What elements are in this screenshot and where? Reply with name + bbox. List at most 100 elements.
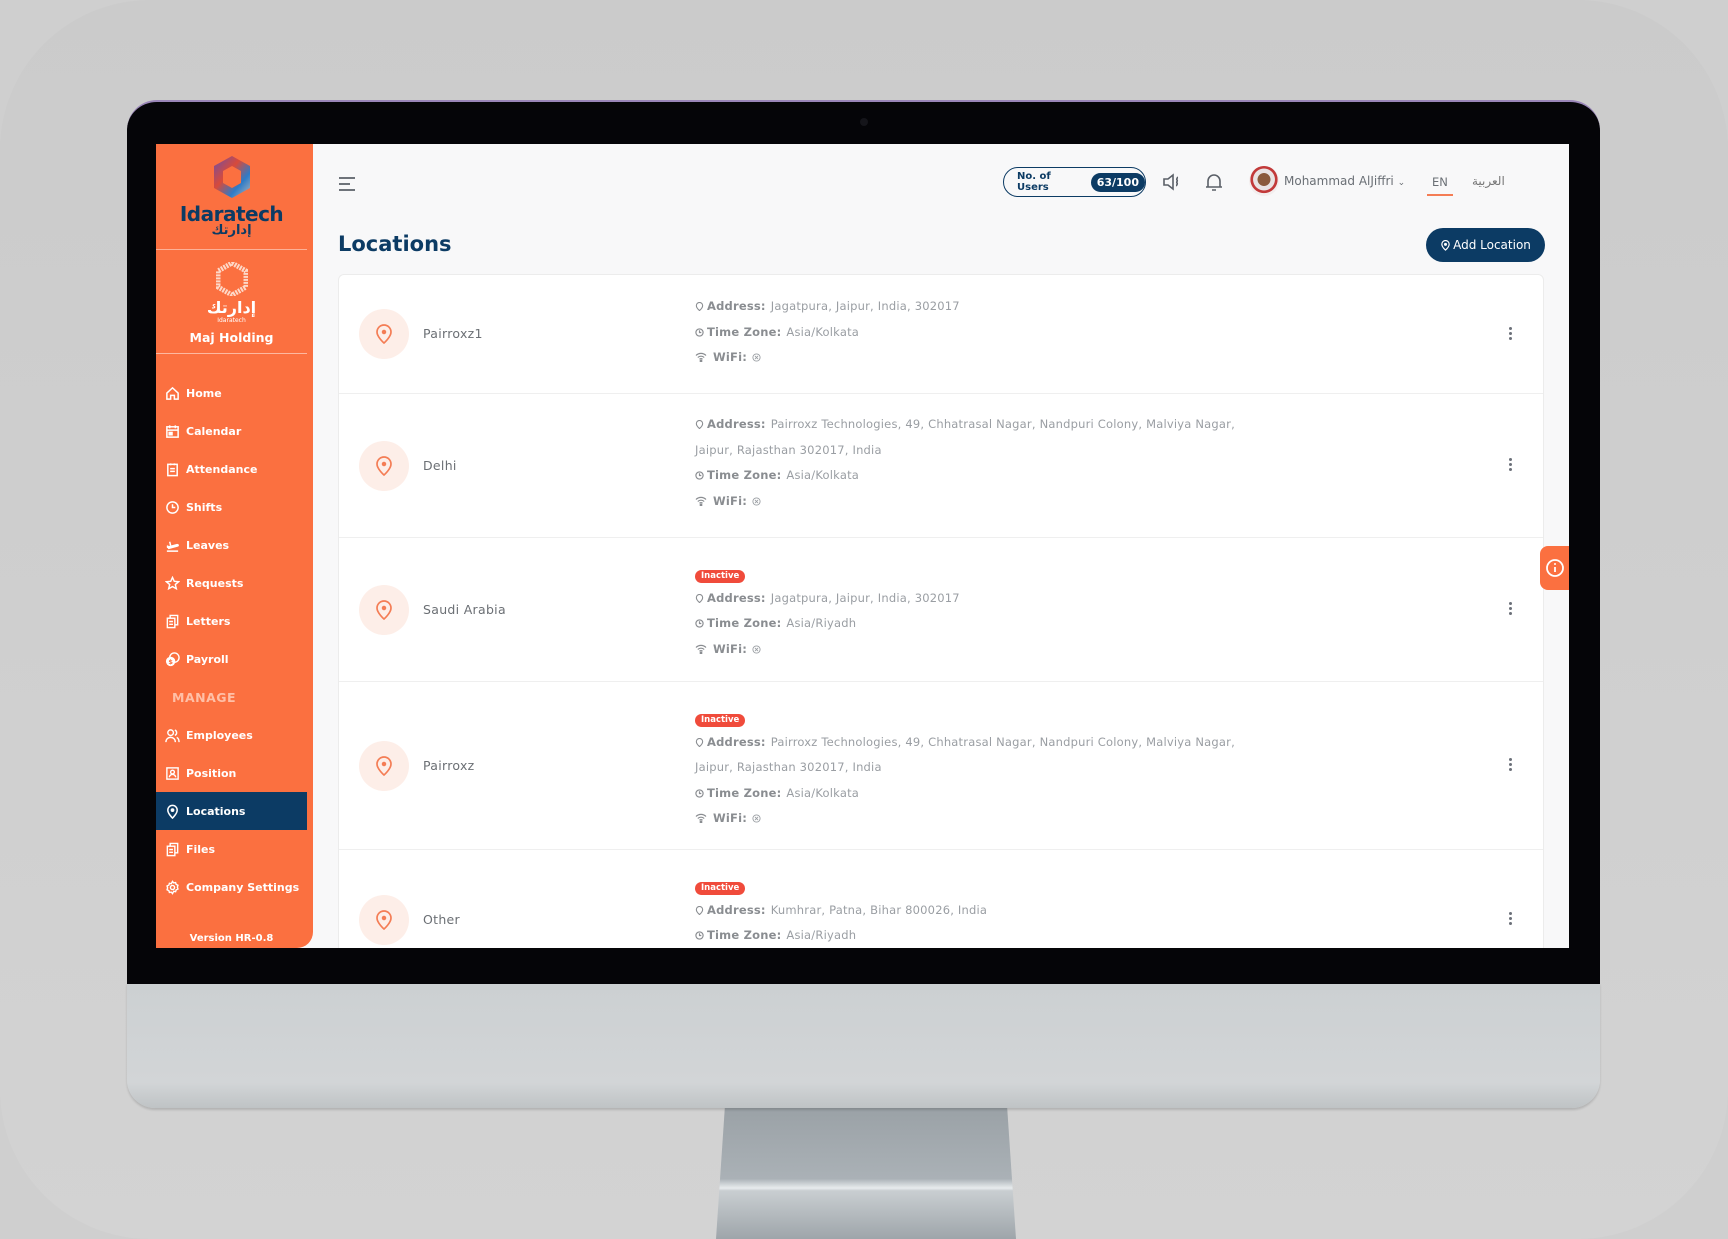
row-actions-kebab-icon[interactable] xyxy=(1507,758,1513,774)
sidebar: Idaratech إدارتك إدارتك Idaratech Maj Ho… xyxy=(156,144,313,948)
sidebar-item-label: Payroll xyxy=(186,652,229,666)
add-location-button[interactable]: Add Location xyxy=(1426,228,1545,262)
location-name: Pairroxz1 xyxy=(423,326,483,341)
location-name: Pairroxz xyxy=(423,758,475,773)
sidebar-item-shifts[interactable]: Shifts xyxy=(156,488,307,526)
location-details: Inactive Address: Kumhrar, Patna, Bihar 8… xyxy=(695,875,1295,948)
row-actions-kebab-icon[interactable] xyxy=(1507,912,1513,928)
users-count-label: No. of Users xyxy=(1017,171,1051,193)
sidebar-item-company-settings[interactable]: Company Settings xyxy=(156,868,307,906)
timezone-label: Time Zone: xyxy=(707,616,782,630)
brand: Idaratech إدارتك xyxy=(156,144,307,250)
location-row[interactable]: Other Inactive Address: Kumhrar, Patna, B… xyxy=(339,850,1543,948)
app-version: Version HR-0.8 xyxy=(189,933,274,944)
company-logo-arabic: إدارتك xyxy=(206,298,257,317)
sidebar-item-payroll[interactable]: $ Payroll xyxy=(156,640,307,678)
timezone-line: Time Zone: Asia/Kolkata xyxy=(695,466,1295,492)
address-label: Address: xyxy=(707,734,766,749)
monitor-chin xyxy=(127,983,1600,1108)
sidebar-item-home[interactable]: Home xyxy=(156,374,307,412)
sidebar-item-requests[interactable]: Requests xyxy=(156,564,307,602)
sidebar-item-leaves[interactable]: Leaves xyxy=(156,526,307,564)
location-pin-badge xyxy=(359,585,409,635)
location-row[interactable]: Pairroxz Inactive Address: Pairroxz Techn… xyxy=(339,682,1543,850)
location-details: Address: Jagatpura, Jaipur, India, 302017… xyxy=(695,297,1295,374)
clock-small-icon xyxy=(695,931,704,940)
sidebar-item-employees[interactable]: Employees xyxy=(156,716,307,754)
wifi-none-icon xyxy=(752,496,761,506)
sidebar-section-manage: MANAGE xyxy=(172,689,237,705)
timezone-label: Time Zone: xyxy=(707,324,782,339)
map-pin-icon xyxy=(376,324,392,344)
location-details: Address: Pairroxz Technologies, 49, Chhat… xyxy=(695,415,1295,517)
clipboard-icon xyxy=(167,462,178,476)
sidebar-item-label: Attendance xyxy=(186,462,258,476)
address-line: Address: Pairroxz Technologies, 49, Chhat… xyxy=(695,415,1295,441)
users-count-value: 63/100 xyxy=(1090,172,1145,192)
clock-small-icon xyxy=(695,788,704,798)
notification-bell-icon[interactable] xyxy=(1203,171,1225,193)
sidebar-item-label: Leaves xyxy=(186,538,230,552)
info-icon xyxy=(1546,559,1564,577)
company-block: إدارتك Idaratech Maj Holding xyxy=(156,250,307,354)
row-actions-kebab-icon[interactable] xyxy=(1507,458,1513,474)
app-screen: Idaratech إدارتك إدارتك Idaratech Maj Ho… xyxy=(156,144,1569,948)
users-icon xyxy=(165,728,180,742)
speaker-icon[interactable] xyxy=(1161,171,1183,193)
wifi-icon xyxy=(695,496,707,506)
hamburger-menu-icon[interactable] xyxy=(338,176,356,192)
status-badge: Inactive xyxy=(695,713,746,727)
company-name: Maj Holding xyxy=(189,330,274,345)
pin-small-icon xyxy=(695,301,704,312)
location-row[interactable]: Delhi Address: Pairroxz Technologies, 49,… xyxy=(339,394,1543,538)
clock-small-icon xyxy=(695,619,704,628)
sidebar-item-calendar[interactable]: Calendar xyxy=(156,412,307,450)
svg-text:$: $ xyxy=(168,658,173,666)
sidebar-item-position[interactable]: Position xyxy=(156,754,307,792)
sidebar-item-files[interactable]: Files xyxy=(156,830,307,868)
language-ar-tab[interactable]: العربية xyxy=(1472,174,1505,188)
pin-small-icon xyxy=(695,593,704,603)
sidebar-nav: Home Calendar Attendance Shifts Leaves R… xyxy=(156,374,307,906)
address-value: Pairroxz Technologies, 49, Chhatrasal Na… xyxy=(770,734,1235,749)
monitor-stand xyxy=(716,1105,1016,1239)
coins-icon: $ xyxy=(165,651,180,666)
address-line: Address: Jagatpura, Jaipur, India, 302017 xyxy=(695,297,1295,323)
sidebar-item-label: Shifts xyxy=(186,500,223,514)
timezone-value: Asia/Riyadh xyxy=(786,928,857,942)
company-logo-icon xyxy=(215,260,248,298)
location-row[interactable]: Pairroxz1 Address: Jagatpura, Jaipur, Ind… xyxy=(339,275,1543,394)
language-en-tab[interactable]: EN xyxy=(1427,175,1453,196)
users-count-badge: No. of Users 63/100 xyxy=(1003,167,1146,197)
location-pin-badge xyxy=(359,895,409,945)
location-row[interactable]: Saudi Arabia Inactive Address: Jagatpura,… xyxy=(339,538,1543,682)
wifi-none-icon xyxy=(752,353,761,362)
add-location-label: Add Location xyxy=(1453,238,1531,252)
chevron-down-icon: ⌄ xyxy=(1397,178,1406,188)
user-menu[interactable]: Mohammad AlJiffri ⌄ xyxy=(1284,174,1405,188)
timezone-line: Time Zone: Asia/Riyadh xyxy=(695,926,1295,948)
gear-icon xyxy=(166,879,179,895)
sidebar-item-attendance[interactable]: Attendance xyxy=(156,450,307,488)
user-avatar[interactable] xyxy=(1249,166,1279,196)
location-details: Inactive Address: Pairroxz Technologies, … xyxy=(695,707,1295,835)
info-button[interactable] xyxy=(1540,546,1569,590)
address-label: Address: xyxy=(707,590,766,605)
row-actions-kebab-icon[interactable] xyxy=(1507,327,1513,343)
timezone-label: Time Zone: xyxy=(707,468,782,482)
company-logo-english: Idaratech xyxy=(217,317,246,324)
sidebar-item-letters[interactable]: Letters xyxy=(156,602,307,640)
files-icon xyxy=(166,842,179,856)
pin-small-icon xyxy=(695,419,704,430)
sidebar-item-label: Employees xyxy=(186,728,253,742)
wifi-icon xyxy=(695,813,707,824)
row-actions-kebab-icon[interactable] xyxy=(1507,602,1513,618)
status-badge: Inactive xyxy=(695,881,746,895)
location-details: Inactive Address: Jagatpura, Jaipur, Indi… xyxy=(695,563,1295,665)
wifi-line: WiFi: xyxy=(695,348,1295,374)
sidebar-item-label: Files xyxy=(186,842,216,856)
map-pin-icon xyxy=(376,456,392,476)
wifi-line: WiFi: xyxy=(695,640,1295,666)
timezone-line: Time Zone: Asia/Kolkata xyxy=(695,323,1295,349)
sidebar-item-locations[interactable]: Locations xyxy=(156,792,307,830)
